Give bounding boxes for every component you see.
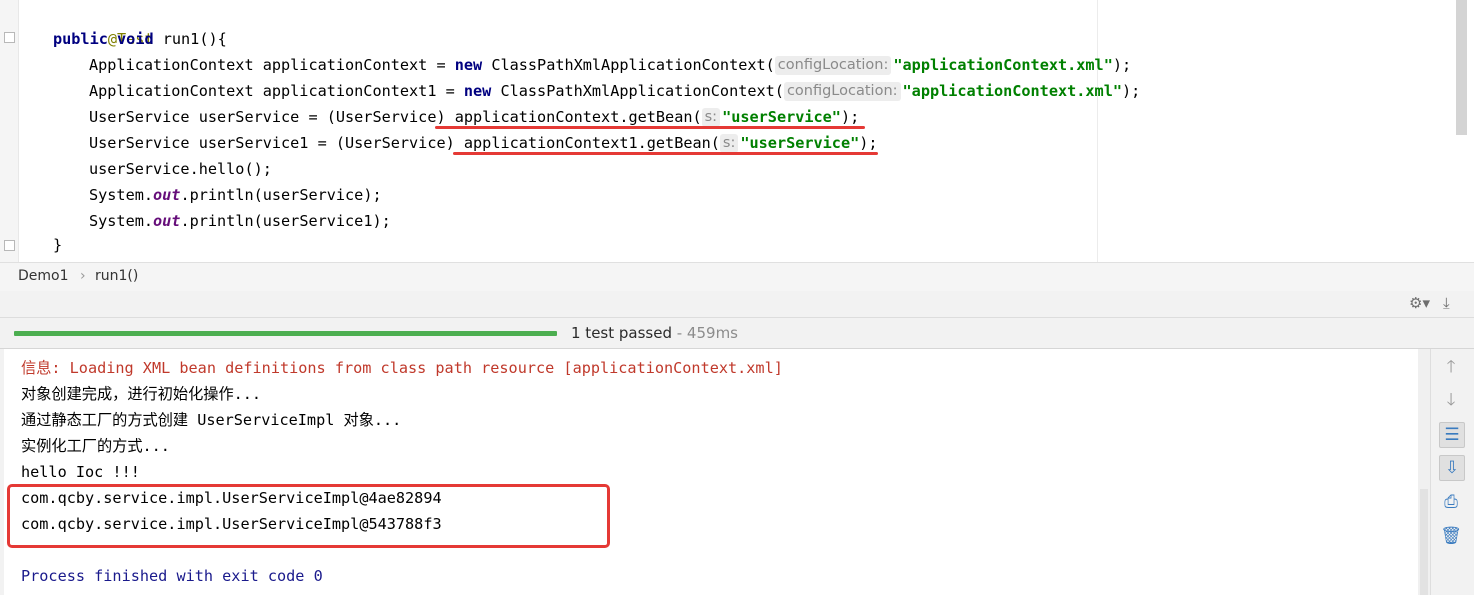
- string-literal: "applicationContext.xml": [902, 82, 1122, 100]
- settings-icon[interactable]: ⚙▾: [1409, 294, 1430, 312]
- parameter-hint: configLocation:: [774, 56, 892, 75]
- code-text: );: [859, 134, 878, 152]
- code-line: userService.hello();: [89, 160, 272, 178]
- scroll-to-end-icon[interactable]: ⇩: [1439, 455, 1465, 481]
- code-text: .println(userService1);: [180, 212, 391, 230]
- static-field: out: [153, 186, 181, 204]
- code-text: System.: [89, 212, 154, 230]
- keyword: new: [454, 56, 483, 74]
- breadcrumb: Demo1 › run1(): [0, 262, 1474, 292]
- code-line: public void run1(){: [53, 26, 227, 52]
- parameter-hint: configLocation:: [783, 82, 901, 101]
- console-scroll-thumb[interactable]: [1420, 489, 1428, 595]
- code-text: UserService userService = (UserService) …: [89, 108, 702, 126]
- code-line: @Test: [53, 0, 154, 48]
- fold-marker-icon[interactable]: [4, 240, 15, 251]
- code-editor[interactable]: @Test public void run1(){ ApplicationCon…: [0, 0, 1474, 262]
- code-text: ClassPathXmlApplicationContext(: [491, 82, 784, 100]
- pin-icon[interactable]: ⤓: [1443, 294, 1450, 312]
- red-highlight-box: [7, 484, 610, 548]
- breadcrumb-class[interactable]: Demo1: [18, 268, 69, 284]
- test-result-label: 1 test passed: [571, 324, 672, 342]
- console-exit-line: Process finished with exit code 0: [21, 567, 323, 585]
- run-toolbar: ⚙▾ ⤓: [0, 291, 1474, 318]
- console-line: 通过静态工厂的方式创建 UserServiceImpl 对象...: [21, 411, 402, 429]
- keyword: public: [53, 30, 108, 48]
- red-underline-annotation: [435, 126, 865, 129]
- console-line: 对象创建完成，进行初始化操作...: [21, 385, 262, 403]
- code-text: ApplicationContext applicationContext =: [89, 56, 455, 74]
- console-scrollbar[interactable]: [1418, 349, 1430, 595]
- up-arrow-icon[interactable]: 🡑: [1439, 355, 1463, 379]
- console-line: 实例化工厂的方式...: [21, 437, 170, 455]
- parameter-hint: s:: [719, 134, 739, 153]
- console-line: hello Ioc !!!: [21, 463, 140, 481]
- editor-gutter: [0, 0, 19, 262]
- parameter-hint: s:: [701, 108, 721, 127]
- red-underline-annotation: [453, 152, 878, 155]
- editor-scrollbar[interactable]: [1456, 0, 1467, 135]
- code-line: System.out.println(userService1);: [89, 208, 391, 234]
- keyword: new: [463, 82, 492, 100]
- static-field: out: [153, 212, 181, 230]
- test-progress-bar: [14, 331, 557, 336]
- code-text: );: [840, 108, 860, 126]
- code-text: );: [1121, 82, 1141, 100]
- down-arrow-icon[interactable]: 🡓: [1439, 388, 1463, 412]
- code-text: ClassPathXmlApplicationContext(: [482, 56, 775, 74]
- code-line: ApplicationContext applicationContext1 =…: [89, 78, 1140, 104]
- test-status-text: 1 test passed - 459ms: [571, 324, 738, 342]
- code-text: ApplicationContext applicationContext1 =: [89, 82, 464, 100]
- breadcrumb-separator: ›: [80, 268, 86, 284]
- string-literal: "applicationContext.xml": [893, 56, 1113, 74]
- code-text: .println(userService);: [180, 186, 382, 204]
- string-literal: "userService": [740, 134, 860, 152]
- test-status-bar: 1 test passed - 459ms: [0, 318, 1474, 349]
- code-text: UserService userService1 = (UserService)…: [89, 134, 720, 152]
- keyword: void: [117, 30, 154, 48]
- code-text: System.: [89, 186, 154, 204]
- fold-marker-icon[interactable]: [4, 32, 15, 43]
- code-line: ApplicationContext applicationContext = …: [89, 52, 1131, 78]
- method-signature: run1(){: [153, 30, 227, 48]
- console-info-line: 信息: Loading XML bean definitions from cl…: [21, 359, 783, 377]
- print-icon[interactable]: ⎙: [1439, 490, 1463, 514]
- code-line: }: [53, 236, 63, 254]
- string-literal: "userService": [722, 108, 841, 126]
- soft-wrap-icon[interactable]: ☰: [1439, 422, 1465, 448]
- breadcrumb-method[interactable]: run1(): [95, 268, 138, 284]
- right-margin-guide: [1097, 0, 1098, 262]
- test-duration: - 459ms: [671, 324, 738, 342]
- console-output[interactable]: 信息: Loading XML bean definitions from cl…: [0, 349, 1418, 595]
- console-actions: 🡑 🡓 ☰ ⇩ ⎙ 🗑: [1430, 349, 1474, 595]
- trash-icon[interactable]: 🗑: [1439, 524, 1463, 548]
- code-text: );: [1112, 56, 1132, 74]
- code-line: System.out.println(userService);: [89, 182, 382, 208]
